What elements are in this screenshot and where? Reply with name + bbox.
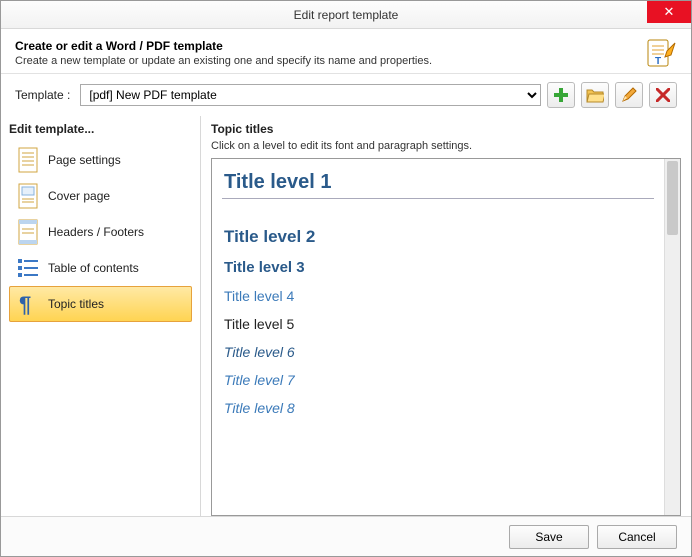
nav-item-topic-titles[interactable]: ¶ Topic titles bbox=[9, 286, 192, 322]
page-icon bbox=[16, 146, 40, 174]
title-levels-list: Title level 1 Title level 2 Title level … bbox=[212, 159, 664, 515]
template-row: Template : [pdf] New PDF template bbox=[1, 74, 691, 116]
title-level-4[interactable]: Title level 4 bbox=[222, 282, 654, 310]
footer: Save Cancel bbox=[1, 516, 691, 556]
right-panel-subtitle: Click on a level to edit its font and pa… bbox=[211, 140, 681, 152]
title-level-1[interactable]: Title level 1 bbox=[222, 165, 654, 199]
open-template-button[interactable] bbox=[581, 82, 609, 108]
title-level-8[interactable]: Title level 8 bbox=[222, 394, 654, 422]
scrollbar[interactable] bbox=[664, 159, 680, 515]
nav-label: Table of contents bbox=[48, 261, 139, 275]
left-panel-heading: Edit template... bbox=[9, 122, 192, 136]
template-select[interactable]: [pdf] New PDF template bbox=[80, 84, 541, 106]
scrollbar-thumb[interactable] bbox=[667, 161, 678, 235]
title-bar: Edit report template ✕ bbox=[1, 1, 691, 29]
plus-icon bbox=[553, 87, 569, 103]
cancel-button[interactable]: Cancel bbox=[597, 525, 677, 549]
header-title: Create or edit a Word / PDF template bbox=[15, 39, 677, 53]
header-footer-icon bbox=[16, 218, 40, 246]
edit-template-graphic: T bbox=[645, 37, 677, 69]
template-label: Template : bbox=[15, 88, 70, 102]
nav-list: Page settings Cover page Headers / Foote… bbox=[9, 142, 192, 322]
dialog-window: Edit report template ✕ Create or edit a … bbox=[0, 0, 692, 557]
title-level-3[interactable]: Title level 3 bbox=[222, 253, 654, 282]
nav-item-headers-footers[interactable]: Headers / Footers bbox=[9, 214, 192, 250]
new-template-button[interactable] bbox=[547, 82, 575, 108]
nav-label: Topic titles bbox=[48, 297, 104, 311]
header-block: Create or edit a Word / PDF template Cre… bbox=[1, 29, 691, 74]
svg-text:¶: ¶ bbox=[19, 292, 31, 316]
folder-icon bbox=[586, 87, 604, 103]
nav-label: Headers / Footers bbox=[48, 225, 144, 239]
close-icon: ✕ bbox=[664, 4, 675, 20]
nav-item-cover-page[interactable]: Cover page bbox=[9, 178, 192, 214]
pencil-icon bbox=[621, 87, 637, 103]
svg-text:T: T bbox=[655, 56, 661, 67]
delete-template-button[interactable] bbox=[649, 82, 677, 108]
close-button[interactable]: ✕ bbox=[647, 1, 691, 23]
main-split: Edit template... Page settings Cover pag… bbox=[1, 116, 691, 516]
rename-template-button[interactable] bbox=[615, 82, 643, 108]
nav-label: Cover page bbox=[48, 189, 110, 203]
pilcrow-icon: ¶ bbox=[16, 290, 40, 318]
title-levels-box: Title level 1 Title level 2 Title level … bbox=[211, 158, 681, 516]
window-title: Edit report template bbox=[1, 8, 691, 22]
delete-icon bbox=[656, 88, 670, 102]
cover-icon bbox=[16, 182, 40, 210]
right-panel: Topic titles Click on a level to edit it… bbox=[201, 116, 691, 516]
title-level-7[interactable]: Title level 7 bbox=[222, 366, 654, 394]
title-level-5[interactable]: Title level 5 bbox=[222, 310, 654, 338]
title-level-2[interactable]: Title level 2 bbox=[222, 221, 654, 253]
left-panel: Edit template... Page settings Cover pag… bbox=[1, 116, 201, 516]
header-subtitle: Create a new template or update an exist… bbox=[15, 55, 677, 67]
title-level-6[interactable]: Title level 6 bbox=[222, 338, 654, 366]
nav-item-table-of-contents[interactable]: Table of contents bbox=[9, 250, 192, 286]
right-panel-heading: Topic titles bbox=[211, 122, 681, 136]
toc-icon bbox=[16, 254, 40, 282]
nav-label: Page settings bbox=[48, 153, 121, 167]
save-button[interactable]: Save bbox=[509, 525, 589, 549]
nav-item-page-settings[interactable]: Page settings bbox=[9, 142, 192, 178]
